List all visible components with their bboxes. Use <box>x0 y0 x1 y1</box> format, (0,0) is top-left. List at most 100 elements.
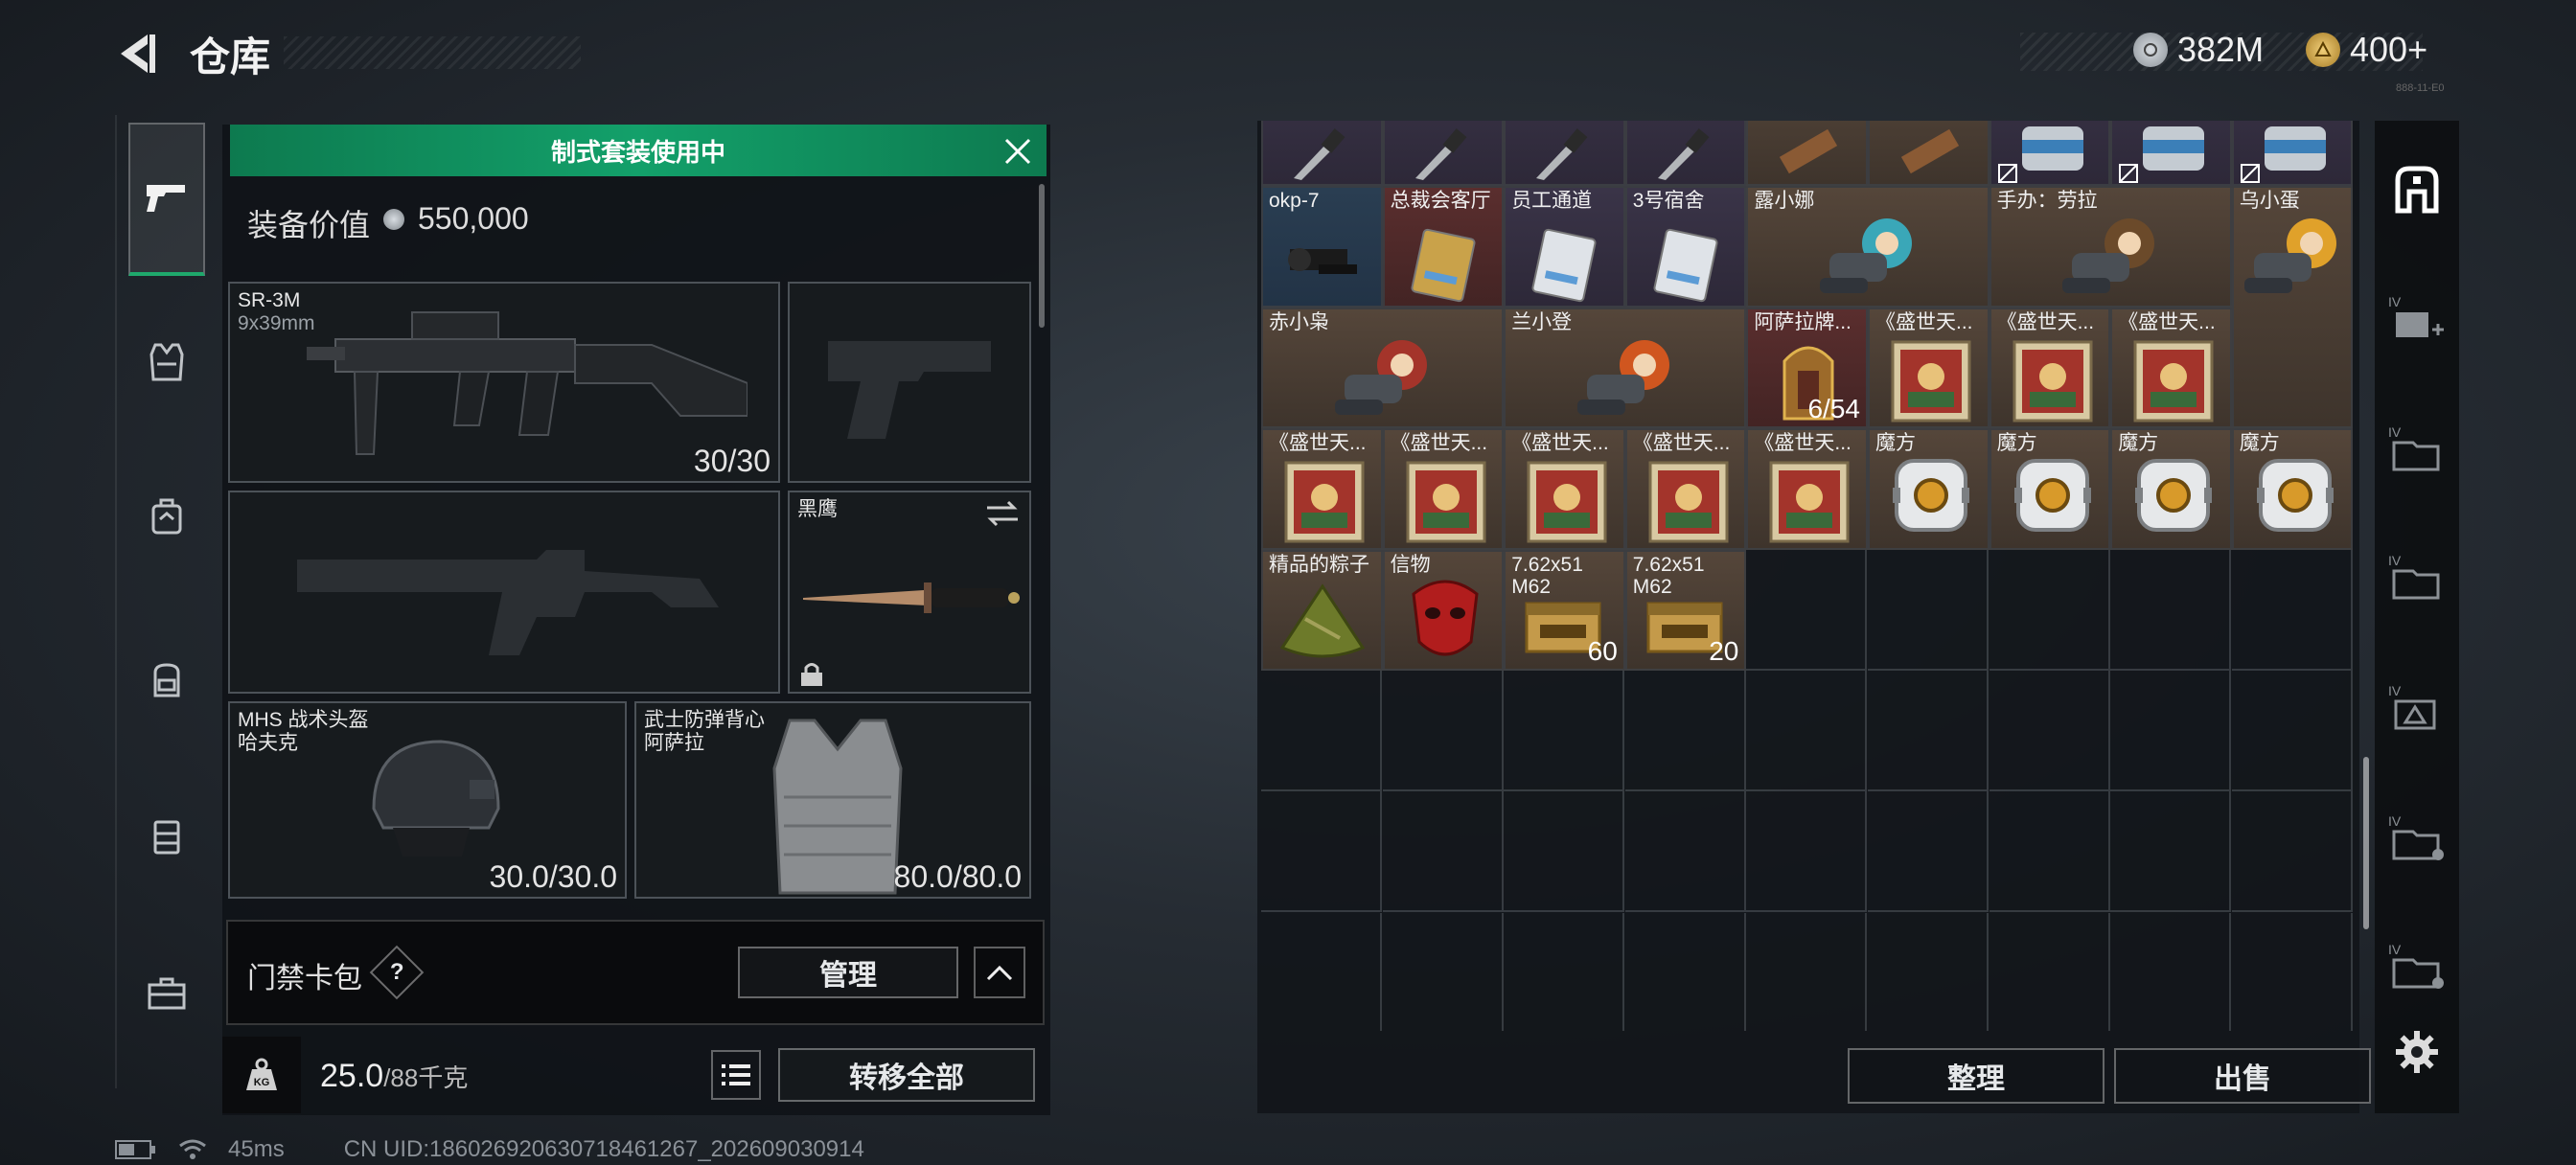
grid-cell[interactable] <box>1504 671 1625 791</box>
grid-cell[interactable] <box>1990 912 2110 1031</box>
grid-cell[interactable] <box>1624 791 1746 913</box>
sell-button[interactable]: 出售 <box>2114 1048 2371 1104</box>
grid-cell[interactable] <box>1624 671 1746 791</box>
warehouse-item[interactable] <box>1624 121 1747 187</box>
primary-weapon-slot[interactable]: SR-3M 9x39mm 30/30 <box>228 282 780 483</box>
warehouse-scrollbar[interactable] <box>2363 757 2369 929</box>
warehouse-item[interactable]: 总裁会客厅 <box>1382 186 1505 308</box>
grid-cell[interactable] <box>1261 791 1382 913</box>
grid-cell[interactable] <box>2110 549 2232 671</box>
melee-slot[interactable]: 黑鹰 <box>788 491 1031 694</box>
grid-cell[interactable] <box>1746 791 1868 913</box>
warehouse-item[interactable] <box>1504 121 1625 187</box>
storage-tab-expansion-5[interactable]: IV <box>2386 935 2448 996</box>
grid-cell[interactable] <box>2231 791 2353 913</box>
rail-item-chest-rig[interactable] <box>128 479 205 556</box>
warehouse-item[interactable]: 魔方 <box>1868 428 1990 550</box>
grid-cell[interactable] <box>2231 549 2353 671</box>
sort-button[interactable]: 整理 <box>1848 1048 2104 1104</box>
transfer-all-button[interactable]: 转移全部 <box>778 1048 1035 1102</box>
body-armor-slot[interactable]: 武士防弹背心 阿萨拉 80.0/80.0 <box>634 701 1031 899</box>
list-view-button[interactable] <box>711 1050 761 1100</box>
rail-item-container[interactable] <box>128 797 205 874</box>
grid-cell[interactable] <box>2110 671 2232 791</box>
warehouse-item[interactable]: 《盛世天... <box>1746 428 1868 550</box>
storage-tab-add[interactable]: IV <box>2386 287 2448 349</box>
settings-button[interactable] <box>2386 1021 2448 1083</box>
warehouse-item[interactable]: 《盛世天... <box>1868 307 1990 429</box>
warehouse-item[interactable]: 3号宿舍 <box>1624 186 1747 308</box>
warehouse-item[interactable] <box>1382 121 1505 187</box>
grid-cell[interactable] <box>1625 912 1746 1031</box>
secondary-weapon-slot[interactable] <box>788 282 1031 483</box>
rail-item-backpack[interactable] <box>128 640 205 717</box>
warehouse-item[interactable] <box>2110 121 2232 187</box>
grid-cell[interactable] <box>1746 912 1868 1031</box>
grid-cell[interactable] <box>1989 671 2110 791</box>
grid-cell[interactable] <box>1989 549 2110 671</box>
warehouse-item[interactable]: 7.62x51 M62 60 <box>1504 549 1625 671</box>
grid-cell[interactable] <box>2110 791 2232 913</box>
storage-tab-expansion-3[interactable]: IV <box>2386 676 2448 738</box>
warehouse-item[interactable]: 赤小枭 <box>1261 307 1505 429</box>
warehouse-item[interactable]: 7.62x51 M62 20 <box>1624 549 1747 671</box>
warehouse-item[interactable] <box>1261 121 1383 187</box>
collapse-button[interactable] <box>974 947 1025 998</box>
warehouse-item[interactable] <box>1746 121 1868 187</box>
warehouse-item[interactable]: 魔方 <box>1989 428 2111 550</box>
rail-item-armor[interactable] <box>128 324 205 400</box>
secondary-rifle-slot[interactable] <box>228 491 780 694</box>
warehouse-item[interactable] <box>1868 121 1990 187</box>
storage-tab-expansion-1[interactable]: IV <box>2386 418 2448 479</box>
grid-cell[interactable] <box>1746 549 1868 671</box>
warehouse-item[interactable] <box>1989 121 2111 187</box>
grid-cell[interactable] <box>1261 912 1382 1031</box>
equipment-scrollbar[interactable] <box>1039 184 1045 328</box>
grid-cell[interactable] <box>1504 791 1625 913</box>
warehouse-item[interactable]: 魔方 <box>2231 428 2354 550</box>
grid-cell[interactable] <box>1261 671 1382 791</box>
warehouse-item[interactable]: 《盛世天... <box>1504 428 1625 550</box>
grid-cell[interactable] <box>1868 671 1989 791</box>
back-button[interactable] <box>113 29 163 79</box>
warehouse-item[interactable] <box>2231 121 2354 187</box>
warehouse-item[interactable]: 员工通道 <box>1504 186 1625 308</box>
grid-cell[interactable] <box>2231 671 2353 791</box>
banner-close-button[interactable] <box>997 130 1039 172</box>
warehouse-item[interactable]: 《盛世天... <box>1382 428 1505 550</box>
grid-cell[interactable] <box>1868 912 1989 1031</box>
warehouse-item[interactable]: 魔方 <box>2110 428 2232 550</box>
rail-item-case[interactable] <box>128 954 205 1031</box>
grid-cell[interactable] <box>1383 912 1504 1031</box>
grid-cell[interactable] <box>2232 912 2353 1031</box>
grid-cell[interactable] <box>1868 549 1989 671</box>
warehouse-item[interactable]: 阿萨拉牌... 6/54 <box>1746 307 1868 429</box>
grid-cell[interactable] <box>2110 912 2232 1031</box>
storage-tab-expansion-2[interactable]: IV <box>2386 546 2448 607</box>
warehouse-item[interactable]: 《盛世天... <box>2110 307 2232 429</box>
warehouse-item[interactable]: 露小娜 <box>1746 186 1990 308</box>
swap-icon[interactable] <box>985 500 1020 527</box>
warehouse-item[interactable]: 《盛世天... <box>1261 428 1383 550</box>
storage-tab-expansion-4[interactable]: IV <box>2386 807 2448 868</box>
warehouse-item[interactable]: 乌小蛋 <box>2231 186 2354 429</box>
knife-icon <box>1536 128 1588 180</box>
helmet-slot[interactable]: MHS 战术头盔 哈夫克 30.0/30.0 <box>228 701 627 899</box>
warehouse-item[interactable]: 《盛世天... <box>1624 428 1747 550</box>
warehouse-item[interactable]: 手办：劳拉 <box>1989 186 2232 308</box>
ticket-balance[interactable]: 400+ <box>2306 29 2427 71</box>
warehouse-item[interactable]: 《盛世天... <box>1989 307 2111 429</box>
rail-item-weapons[interactable] <box>128 123 205 276</box>
warehouse-item[interactable]: 信物 <box>1382 549 1505 671</box>
warehouse-item[interactable]: okp-7 <box>1261 186 1383 308</box>
grid-cell[interactable] <box>1382 671 1504 791</box>
grid-cell[interactable] <box>1504 912 1625 1031</box>
grid-cell[interactable] <box>1382 791 1504 913</box>
grid-cell[interactable] <box>1989 791 2110 913</box>
warehouse-item[interactable]: 兰小登 <box>1504 307 1747 429</box>
storage-tab-home[interactable] <box>2386 159 2448 220</box>
grid-cell[interactable] <box>1868 791 1989 913</box>
manage-button[interactable]: 管理 <box>738 947 958 998</box>
warehouse-item[interactable]: 精品的粽子 <box>1261 549 1383 671</box>
grid-cell[interactable] <box>1746 671 1868 791</box>
